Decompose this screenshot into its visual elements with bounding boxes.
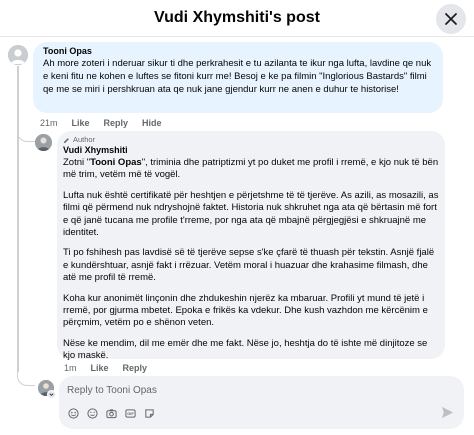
author-badge: Author (63, 135, 439, 145)
reply-button[interactable]: Reply (123, 363, 148, 373)
comment-text: Ah more zoteri i nderuar sikur ti dhe pe… (43, 58, 432, 95)
pencil-icon (63, 137, 69, 143)
reply-button[interactable]: Reply (104, 118, 129, 128)
comment-bubble: Tooni Opas Ah more zoteri i nderuar siku… (33, 42, 443, 113)
hide-button[interactable]: Hide (142, 118, 162, 128)
reply-paragraph: Nëse ke mendim, dil me emër dhe me fakt.… (63, 337, 428, 362)
post-title: Vudi Xhymshiti's post (154, 9, 320, 26)
salutation-text: Zotni " (63, 157, 91, 168)
reply-composer: GIF (59, 376, 464, 429)
thread-line-curve (17, 366, 35, 386)
default-avatar-icon (8, 45, 28, 65)
comment-actions: 21m Like Reply Hide (40, 118, 162, 128)
emoji-icon (86, 407, 98, 419)
gif-icon: GIF (124, 408, 136, 418)
comment-time[interactable]: 21m (40, 118, 58, 128)
svg-text:GIF: GIF (127, 411, 134, 416)
close-button[interactable] (436, 4, 466, 34)
like-button[interactable]: Like (91, 363, 109, 373)
profile-switch-button[interactable] (47, 390, 56, 399)
avatar[interactable] (8, 45, 28, 65)
reply-bubble: Author Vudi Xhymshiti Zotni "Tooni Opas"… (57, 131, 445, 361)
camera-icon (105, 408, 117, 418)
reply-paragraph: Lufta nuk është certifikatë për heshtjen… (63, 189, 439, 239)
thread-line (17, 66, 19, 372)
send-icon (441, 406, 454, 419)
post-header: Vudi Xhymshiti's post (0, 0, 474, 37)
send-button[interactable] (441, 406, 454, 419)
composer-tools: GIF (67, 407, 155, 419)
reply-input[interactable] (67, 382, 447, 398)
author-badge-label: Author (73, 135, 96, 144)
chat-sticker-icon (144, 408, 154, 418)
author-avatar-icon (35, 134, 52, 151)
sticker-icon (67, 407, 79, 419)
reply-paragraph: Koha kur anonimët linçonin dhe zhdukeshi… (63, 292, 428, 329)
like-button[interactable]: Like (72, 118, 90, 128)
close-icon (445, 13, 457, 25)
chat-sticker-button[interactable] (143, 407, 155, 419)
thread-line-branch (17, 120, 35, 142)
author-avatar[interactable] (35, 134, 52, 151)
comment-author[interactable]: Tooni Opas (43, 46, 433, 57)
gif-button[interactable]: GIF (124, 407, 136, 419)
reply-author[interactable]: Vudi Xhymshiti (63, 145, 439, 156)
reply-paragraph: Zotni "Tooni Opas", triminia dhe patript… (63, 157, 439, 182)
emoji-button[interactable] (86, 407, 98, 419)
camera-button[interactable] (105, 407, 117, 419)
reply-time[interactable]: 1m (64, 363, 77, 373)
mentioned-name[interactable]: Tooni Opas (90, 157, 142, 168)
reply-paragraph: Ti po fshihesh pas lavdisë së të tjerëve… (63, 247, 435, 284)
reply-actions: 1m Like Reply (64, 363, 147, 373)
sticker-button[interactable] (67, 407, 79, 419)
chevron-down-icon (49, 393, 54, 396)
